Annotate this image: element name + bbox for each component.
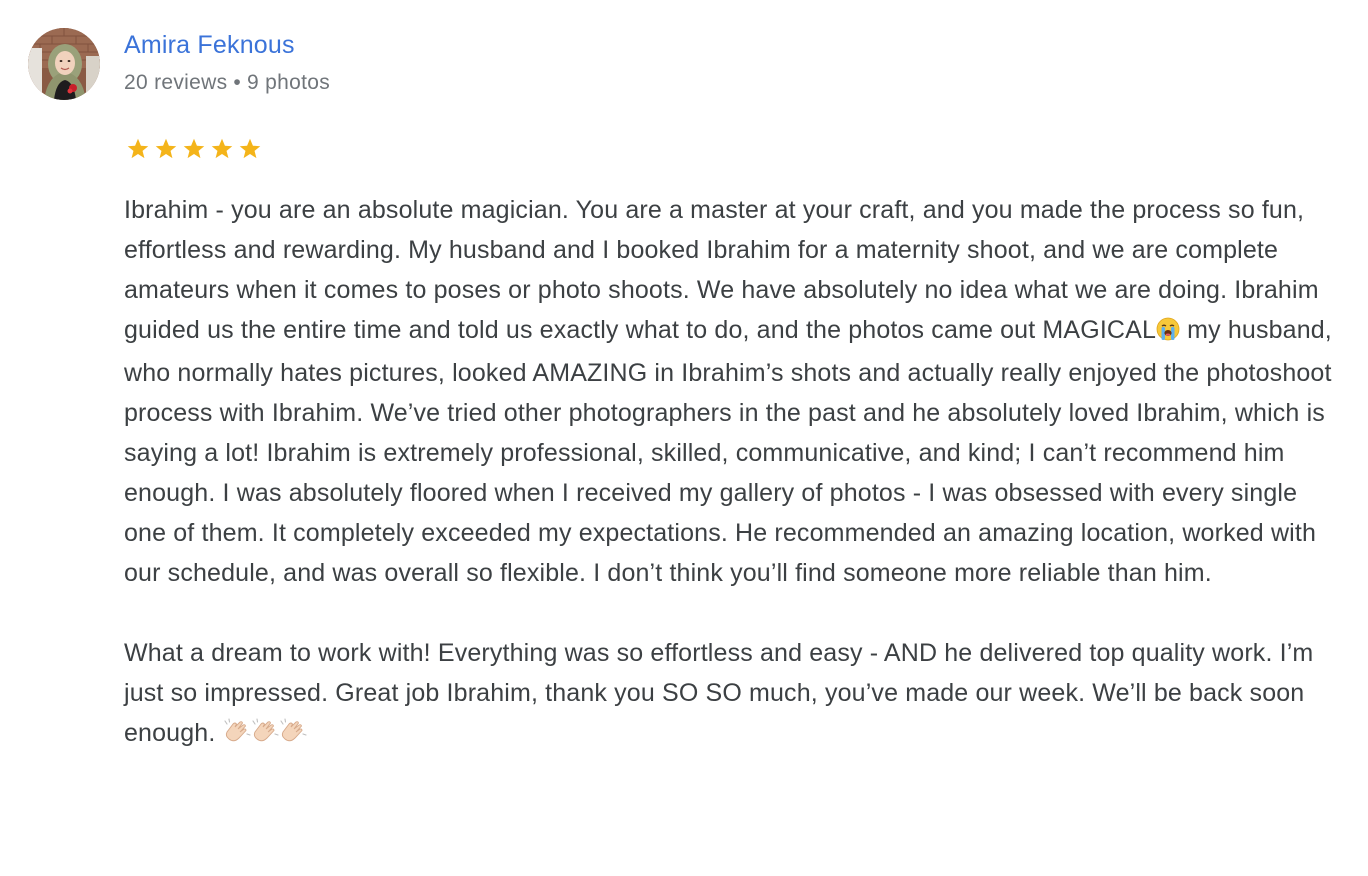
star-icon <box>239 138 261 159</box>
meta-separator: • <box>233 71 242 94</box>
review-card: Amira Feknous 20 reviews • 9 photos Ibrahi… <box>0 0 1368 876</box>
loudly-crying-face-icon <box>1156 313 1180 353</box>
review-paragraph-1: Ibrahim - you are an absolute magician. … <box>124 190 1344 593</box>
reviewer-stats: 20 reviews • 9 photos <box>124 71 330 95</box>
reviewer-avatar[interactable] <box>28 28 100 100</box>
star-rating <box>124 134 264 164</box>
reviewer-name-link[interactable]: Amira Feknous <box>124 31 295 60</box>
review-body: Ibrahim - you are an absolute magician. … <box>124 190 1344 756</box>
review-paragraph-1-text-continued: my husband, who normally hates pictures,… <box>124 316 1332 587</box>
clapping-hands-icon <box>279 716 307 756</box>
star-icon <box>127 138 149 159</box>
clapping-hands-icon <box>251 716 279 756</box>
clapping-hands-icon <box>223 716 251 756</box>
star-icon <box>211 138 233 159</box>
star-icon <box>183 138 205 159</box>
review-count: 20 reviews <box>124 71 228 94</box>
review-paragraph-2: What a dream to work with! Everything wa… <box>124 633 1344 756</box>
star-icon <box>155 138 177 159</box>
avatar-photo <box>28 28 100 100</box>
photo-count: 9 photos <box>247 71 331 94</box>
review-paragraph-1-text: Ibrahim - you are an absolute magician. … <box>124 196 1319 344</box>
